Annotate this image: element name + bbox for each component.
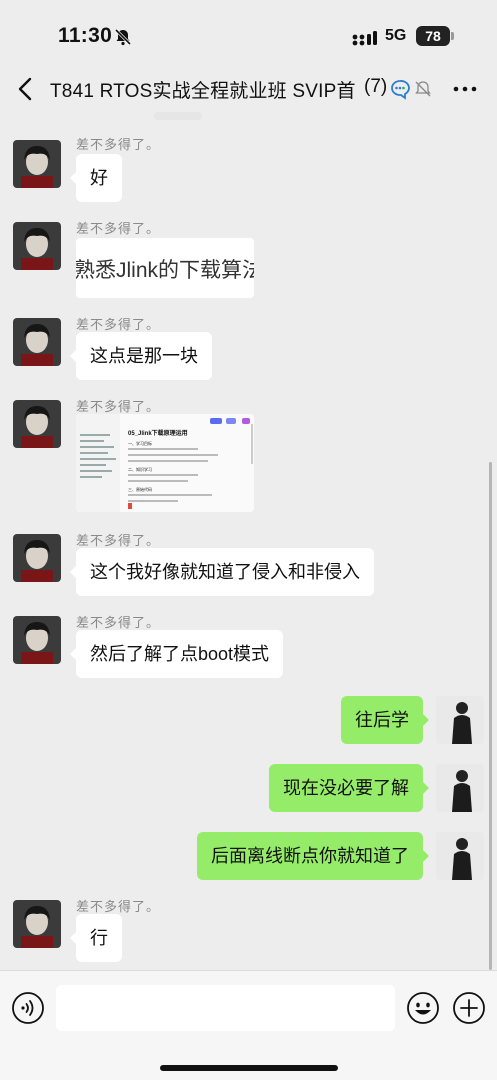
message-row: 差不多得了。 然后了解了点boot模式 [0, 610, 497, 682]
avatar[interactable] [13, 140, 61, 188]
avatar-image [13, 400, 61, 448]
avatar[interactable] [13, 616, 61, 664]
message-bubble[interactable]: 这个我好像就知道了侵入和非侵入 [70, 548, 374, 596]
ai-assistant-icon[interactable] [389, 78, 411, 100]
sender-name: 差不多得了。 [76, 899, 161, 914]
avatar-image [13, 534, 61, 582]
message-row: 差不多得了。 这个我好像就知道了侵入和非侵入 [0, 528, 497, 600]
doc-section: 一、学习目标 [128, 441, 152, 446]
image-text: 熟悉Jlink的下载算法 [76, 259, 254, 282]
message-row: 现在没必要了解 [0, 764, 497, 820]
sender-name: 差不多得了。 [76, 137, 161, 152]
avatar-image [13, 140, 61, 188]
signal-icon [352, 31, 377, 46]
avatar-image [436, 764, 484, 812]
bell-off-icon [114, 28, 132, 46]
message-row: 差不多得了。 熟悉Jlink的下载算法 [0, 216, 497, 306]
back-icon[interactable] [14, 76, 38, 102]
message-input[interactable] [56, 985, 395, 1031]
message-bubble[interactable]: 然后了解了点boot模式 [69, 630, 284, 678]
avatar[interactable] [13, 222, 61, 270]
avatar-image [13, 318, 61, 366]
chat-header: T841 RTOS实战全程就业班 SVIP首 (7) [0, 66, 497, 112]
status-time: 11:30 [58, 24, 113, 47]
voice-icon[interactable] [11, 991, 45, 1025]
avatar-image [436, 696, 484, 744]
avatar[interactable] [13, 318, 61, 366]
sender-name: 差不多得了。 [76, 221, 161, 236]
message-bubble[interactable]: 行 [70, 914, 122, 962]
message-bubble[interactable]: 往后学 [341, 696, 429, 744]
avatar-image [13, 222, 61, 270]
avatar[interactable] [13, 534, 61, 582]
emoji-icon[interactable] [406, 991, 440, 1025]
member-count: (7) [362, 76, 388, 98]
avatar[interactable] [13, 400, 61, 448]
status-bar: 11:30 5G 78 [0, 0, 497, 70]
message-row: 差不多得了。 好 [0, 132, 497, 202]
avatar-image [13, 616, 61, 664]
input-bar [0, 970, 497, 1080]
scrollbar[interactable] [489, 462, 492, 970]
battery-tip [451, 32, 454, 40]
sender-name: 差不多得了。 [76, 399, 161, 414]
message-row: 差不多得了。 05_Jlink下载原理运用 一、学习目标 二、知识学习 三、原始… [0, 394, 497, 514]
self-avatar[interactable] [436, 696, 484, 744]
sender-name: 差不多得了。 [76, 533, 161, 548]
home-indicator [160, 1065, 338, 1071]
sender-name: 差不多得了。 [76, 615, 161, 630]
message-row: 后面离线断点你就知道了 [0, 832, 497, 888]
doc-heading: 05_Jlink下载原理运用 [128, 431, 188, 437]
battery-indicator: 78 [416, 26, 450, 46]
self-avatar[interactable] [436, 764, 484, 812]
message-row: 往后学 [0, 696, 497, 752]
avatar-image [436, 832, 484, 880]
mute-icon [415, 81, 431, 97]
cutoff-image[interactable] [154, 112, 202, 120]
avatar-image [13, 900, 61, 948]
message-row: 差不多得了。 这点是那一块 [0, 312, 497, 384]
sender-name: 差不多得了。 [76, 317, 161, 332]
message-list[interactable]: 差不多得了。 好 差不多得了。 熟悉Jlink的下载算法 差不多得了。 这点是那… [0, 112, 497, 970]
self-avatar[interactable] [436, 832, 484, 880]
image-message[interactable]: 熟悉Jlink的下载算法 [76, 238, 254, 298]
message-bubble[interactable]: 现在没必要了解 [269, 764, 429, 812]
chat-title: T841 RTOS实战全程就业班 SVIP首 [50, 81, 356, 102]
more-icon[interactable] [452, 78, 478, 100]
message-bubble[interactable]: 这点是那一块 [70, 332, 212, 380]
screenshot-image[interactable]: 05_Jlink下载原理运用 一、学习目标 二、知识学习 三、原始代码 [76, 414, 254, 512]
network-type: 5G [385, 27, 407, 44]
doc-section: 二、知识学习 [128, 467, 152, 472]
plus-icon[interactable] [452, 991, 486, 1025]
avatar[interactable] [13, 900, 61, 948]
message-bubble[interactable]: 后面离线断点你就知道了 [197, 832, 429, 880]
message-row: 差不多得了。 行 [0, 894, 497, 966]
doc-section: 三、原始代码 [128, 487, 152, 492]
message-bubble[interactable]: 好 [70, 154, 122, 202]
